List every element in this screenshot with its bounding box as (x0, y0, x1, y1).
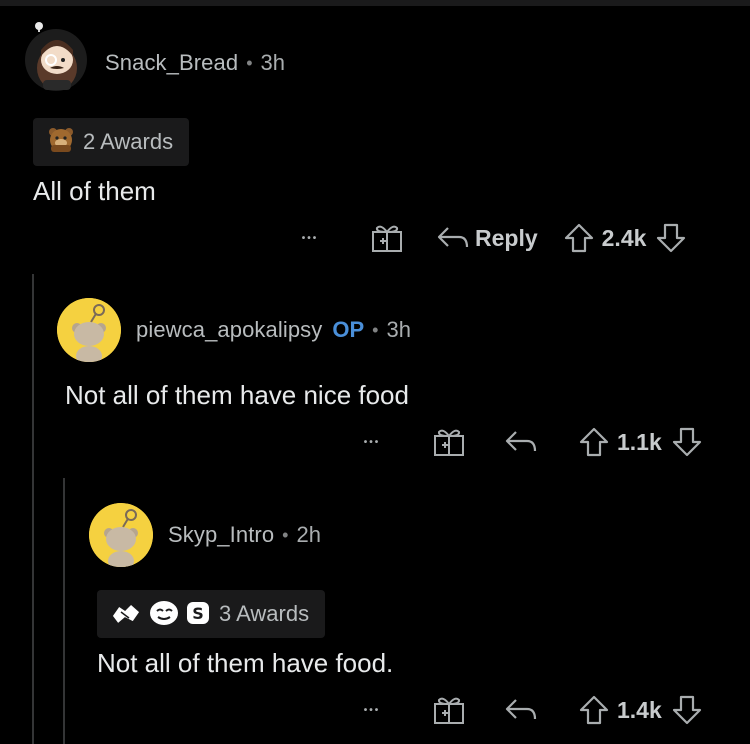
reply-arrow-icon[interactable] (505, 697, 537, 723)
award-bag-icon: S (185, 598, 211, 631)
username[interactable]: Skyp_Intro (168, 522, 274, 548)
avatar[interactable] (89, 503, 153, 567)
more-options-icon[interactable]: ••• (355, 705, 389, 716)
award-face-icon (149, 598, 179, 631)
award-handshake-icon (109, 598, 143, 631)
downvote-arrow-icon[interactable] (672, 695, 702, 725)
awards-badge[interactable]: S 3 Awards (97, 590, 326, 638)
comment-body: Not all of them have food. (97, 648, 394, 678)
comment-actions: ••• 1.4k (355, 690, 702, 730)
comment-header: Skyp_Intro • 2h (168, 520, 321, 550)
timestamp[interactable]: 2h (296, 522, 320, 548)
vote-score: 1.4k (617, 696, 662, 723)
svg-text:S: S (192, 604, 204, 623)
upvote-arrow-icon[interactable] (579, 695, 609, 725)
awards-count: 3 Awards (219, 601, 310, 626)
gift-icon[interactable] (433, 695, 465, 725)
separator-dot: • (282, 524, 289, 545)
snoo-avatar-icon (89, 503, 153, 567)
comment-skyp-intro: Skyp_Intro • 2h S 3 Awards Not all of th… (0, 0, 750, 744)
